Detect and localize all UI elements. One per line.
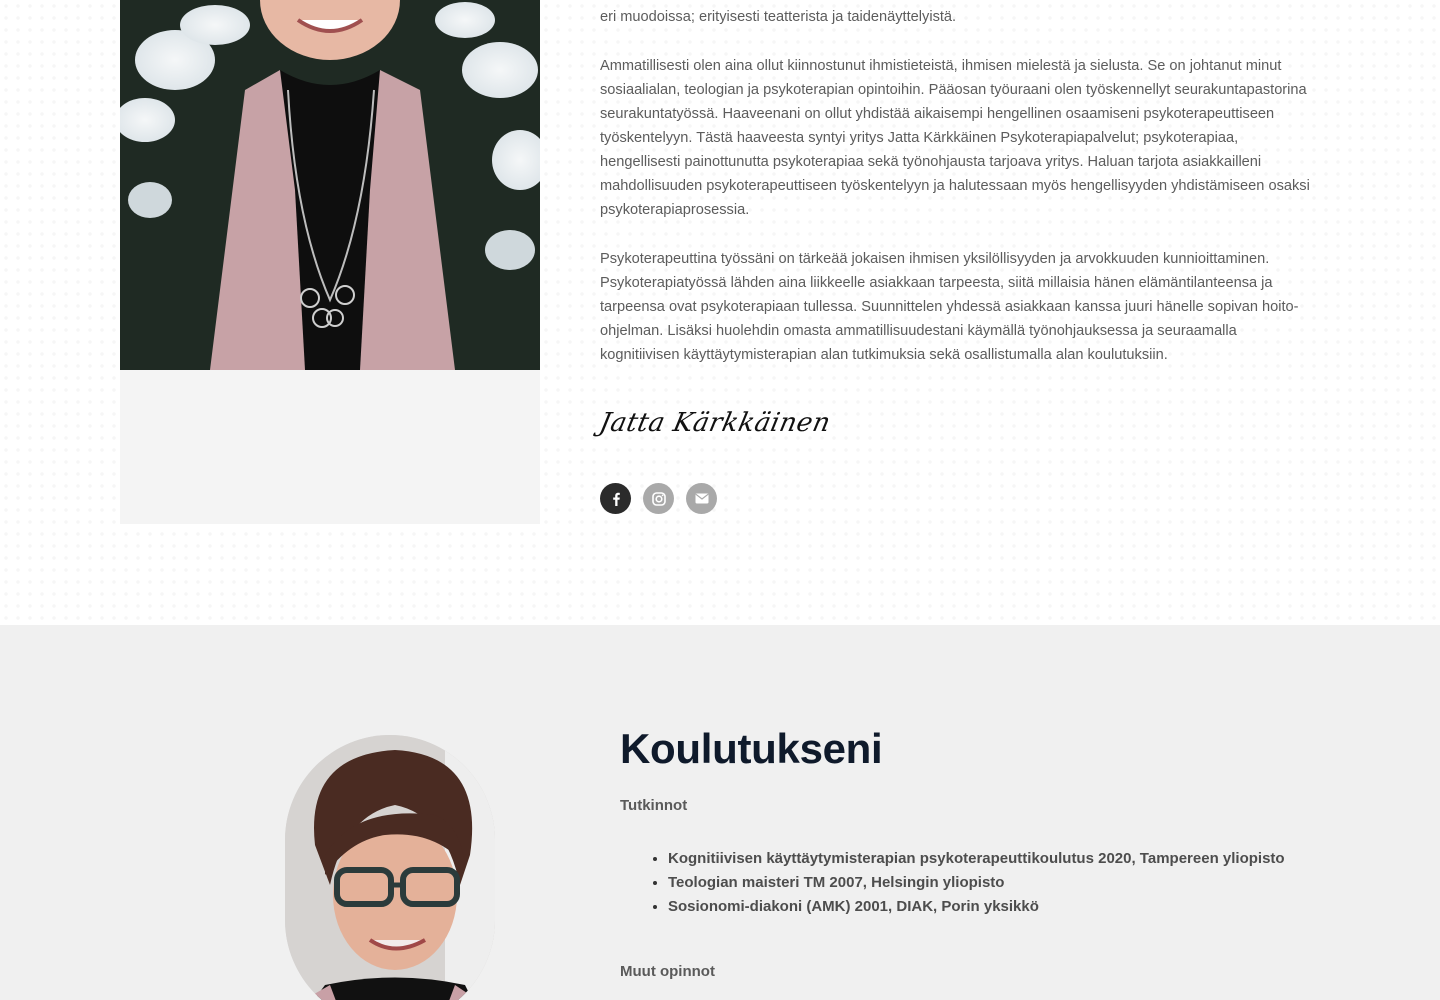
signature: Jatta Kärkkäinen [596, 408, 834, 438]
degrees-list: Kognitiivisen käyttäytymisterapian psyko… [668, 847, 1285, 919]
list-item: Sosionomi-diakoni (AMK) 2001, DIAK, Pori… [668, 895, 1285, 919]
about-section: eri muodoissa; erityisesti teatterista j… [0, 0, 1440, 625]
education-title: Koulutukseni [620, 725, 883, 772]
about-text: eri muodoissa; erityisesti teatterista j… [600, 5, 1320, 392]
instagram-icon [651, 491, 666, 506]
list-item: Teologian maisteri TM 2007, Helsingin yl… [668, 871, 1285, 895]
facebook-button[interactable] [600, 483, 631, 514]
list-item: Kognitiivisen käyttäytymisterapian psyko… [668, 847, 1285, 871]
portrait-photo [285, 735, 495, 1000]
email-button[interactable] [686, 483, 717, 514]
other-studies-heading: Muut opinnot [620, 963, 715, 980]
profile-photo [120, 0, 540, 370]
social-links [600, 483, 717, 514]
about-paragraph: Ammatillisesti olen aina ollut kiinnostu… [600, 58, 1310, 218]
about-paragraph: Psykoterapeuttina työssäni on tärkeää jo… [600, 251, 1299, 363]
instagram-button[interactable] [643, 483, 674, 514]
facebook-icon [612, 492, 620, 506]
degrees-heading: Tutkinnot [620, 797, 688, 814]
education-section: Koulutukseni Tutkinnot Kognitiivisen käy… [0, 625, 1440, 1000]
about-paragraph: eri muodoissa; erityisesti teatterista j… [600, 9, 957, 25]
envelope-icon [694, 493, 709, 504]
